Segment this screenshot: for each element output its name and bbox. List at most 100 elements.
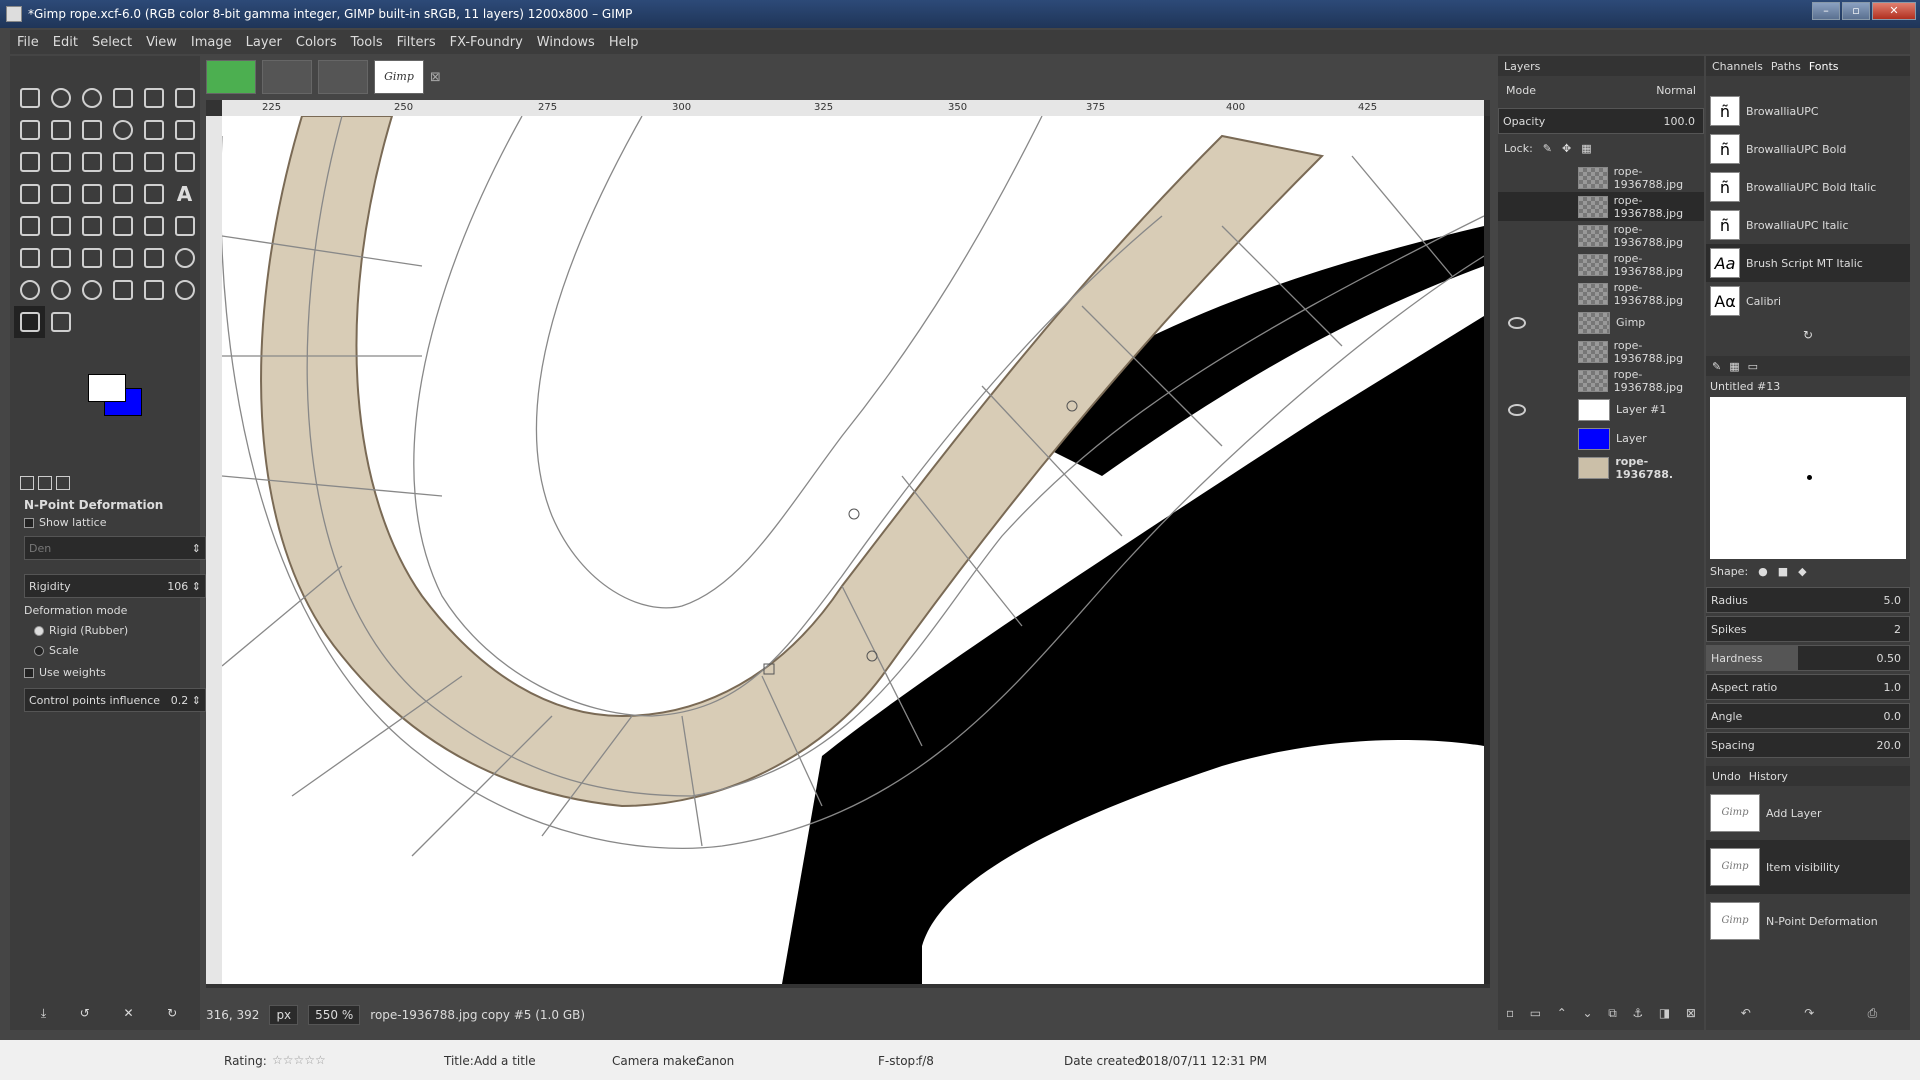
font-item[interactable]: ñ BrowalliaUPC Bold <box>1706 130 1910 168</box>
image-tab-bird[interactable] <box>206 60 256 94</box>
density-field[interactable]: Den ⇕ <box>24 536 206 560</box>
gradient-tool[interactable] <box>45 210 76 242</box>
mode-select[interactable]: Normal <box>1656 84 1696 97</box>
spin-arrows-icon[interactable]: ⇕ <box>192 580 201 593</box>
airbrush-tool[interactable] <box>169 210 200 242</box>
menu-file[interactable]: File <box>10 35 46 50</box>
new-layer-icon[interactable]: ▫ <box>1506 1006 1514 1021</box>
color-picker-tool[interactable] <box>76 114 107 146</box>
fuzzy-select-tool[interactable] <box>107 82 138 114</box>
radius-slider[interactable]: Radius 5.0 <box>1706 587 1910 613</box>
ellipse-select-tool[interactable] <box>45 82 76 114</box>
control-point[interactable] <box>848 508 860 520</box>
layer-row[interactable]: Gimp <box>1498 308 1704 337</box>
camera-value[interactable]: Canon <box>696 1054 734 1068</box>
measure-tool[interactable] <box>138 114 169 146</box>
align-tool[interactable] <box>14 146 45 178</box>
date-value[interactable]: 2018/07/11 12:31 PM <box>1138 1054 1267 1068</box>
rotate-tool[interactable] <box>107 146 138 178</box>
refresh-fonts-icon[interactable]: ↻ <box>1706 320 1910 350</box>
history-tab[interactable]: History <box>1749 770 1788 783</box>
gradient-tab-icon[interactable]: ▭ <box>1748 360 1758 373</box>
anchor-layer-icon[interactable]: ⚓ <box>1632 1006 1643 1021</box>
fstop-value[interactable]: f/8 <box>918 1054 934 1068</box>
layer-row[interactable]: rope-1936788.jpg <box>1498 250 1704 279</box>
history-item[interactable]: Gimp N-Point Deformation <box>1706 894 1910 948</box>
n-point-deformation-tool[interactable] <box>14 306 45 338</box>
title-value[interactable]: Add a title <box>474 1054 536 1068</box>
warp-transform-tool[interactable] <box>138 178 169 210</box>
pencil-tool[interactable] <box>76 210 107 242</box>
menu-image[interactable]: Image <box>184 35 239 50</box>
layer-row[interactable]: rope-1936788.jpg <box>1498 279 1704 308</box>
gegl-tool[interactable] <box>169 274 200 306</box>
angle-slider[interactable]: Angle 0.0 <box>1706 703 1910 729</box>
clone-tool[interactable] <box>76 242 107 274</box>
opacity-slider[interactable]: Opacity 100.0 <box>1498 108 1704 134</box>
radio-icon[interactable] <box>34 626 44 636</box>
menu-view[interactable]: View <box>139 35 184 50</box>
foreground-color[interactable] <box>88 374 126 402</box>
scissors-tool[interactable] <box>169 82 200 114</box>
dodge-burn-tool[interactable] <box>45 274 76 306</box>
zoom-tool[interactable] <box>107 114 138 146</box>
menu-colors[interactable]: Colors <box>289 35 344 50</box>
flip-tool[interactable] <box>76 178 107 210</box>
history-item[interactable]: Gimp Item visibility <box>1706 840 1910 894</box>
layer-row[interactable]: rope-1936788.jpg <box>1498 337 1704 366</box>
undo-history-tab-icon[interactable] <box>56 476 70 490</box>
lock-alpha-icon[interactable]: ▦ <box>1581 142 1591 155</box>
duplicate-layer-icon[interactable]: ⧉ <box>1608 1006 1617 1021</box>
square-shape-icon[interactable]: ■ <box>1778 565 1788 578</box>
image-tab-2[interactable] <box>262 60 312 94</box>
menu-help[interactable]: Help <box>602 35 646 50</box>
handle-transform-tool[interactable] <box>45 306 76 338</box>
show-lattice-checkbox[interactable] <box>24 518 34 528</box>
circle-shape-icon[interactable]: ● <box>1758 565 1768 578</box>
undo-icon[interactable]: ↶ <box>1741 1006 1751 1021</box>
desaturate-tool[interactable] <box>76 274 107 306</box>
menu-windows[interactable]: Windows <box>530 35 602 50</box>
lower-layer-icon[interactable]: ⌄ <box>1583 1006 1593 1021</box>
crop-tool[interactable] <box>45 146 76 178</box>
font-item[interactable]: Aa Brush Script MT Italic <box>1706 244 1910 282</box>
spikes-slider[interactable]: Spikes 2 <box>1706 616 1910 642</box>
reset-options-icon[interactable]: ↻ <box>167 1006 177 1021</box>
blur-sharpen-tool[interactable] <box>169 242 200 274</box>
rect-select-tool[interactable] <box>14 82 45 114</box>
image-tab-active[interactable]: Gimp <box>374 60 424 94</box>
zoom-select[interactable]: 550 % <box>308 1005 361 1025</box>
delete-layer-icon[interactable]: ⊠ <box>1686 1006 1696 1021</box>
font-item[interactable]: Aα Calibri <box>1706 282 1910 320</box>
unit-select[interactable]: px <box>269 1005 299 1025</box>
layer-row[interactable]: rope-1936788.jpg <box>1498 192 1704 221</box>
mypaint-brush-tool[interactable] <box>45 242 76 274</box>
smudge-tool[interactable] <box>14 274 45 306</box>
paths-tool[interactable] <box>45 114 76 146</box>
radio-icon[interactable] <box>34 646 44 656</box>
vertical-scrollbar[interactable] <box>1484 116 1490 984</box>
aspect-ratio-slider[interactable]: Aspect ratio 1.0 <box>1706 674 1910 700</box>
new-group-icon[interactable]: ▭ <box>1530 1006 1541 1021</box>
control-points-influence-field[interactable]: Control points influence 0.2 ⇕ <box>24 688 206 712</box>
shear-tool[interactable] <box>169 146 200 178</box>
font-item[interactable]: ñ BrowalliaUPC Italic <box>1706 206 1910 244</box>
rating-stars-icon[interactable]: ☆☆☆☆☆ <box>272 1053 326 1067</box>
unified-transform-tool[interactable] <box>76 146 107 178</box>
menu-tools[interactable]: Tools <box>344 35 390 50</box>
image-tab-3[interactable] <box>318 60 368 94</box>
layer-row[interactable]: Layer #1 <box>1498 395 1704 424</box>
device-status-tab-icon[interactable] <box>38 476 52 490</box>
minimize-button[interactable]: – <box>1812 2 1840 20</box>
mask-icon[interactable]: ◨ <box>1659 1006 1670 1021</box>
brush-tab-icon[interactable]: ✎ <box>1712 360 1721 373</box>
show-lattice-option[interactable]: Show lattice <box>24 516 204 529</box>
spacing-slider[interactable]: Spacing 20.0 <box>1706 732 1910 758</box>
mode-rigid-option[interactable]: Rigid (Rubber) <box>34 624 214 637</box>
cage-transform-tool[interactable] <box>107 178 138 210</box>
lock-position-icon[interactable]: ✥ <box>1562 142 1571 155</box>
paths-tab[interactable]: Paths <box>1771 60 1801 73</box>
clear-history-icon[interactable]: ⎙ <box>1868 1006 1878 1021</box>
paintbrush-tool[interactable] <box>107 210 138 242</box>
layer-row[interactable]: rope-1936788.jpg <box>1498 163 1704 192</box>
